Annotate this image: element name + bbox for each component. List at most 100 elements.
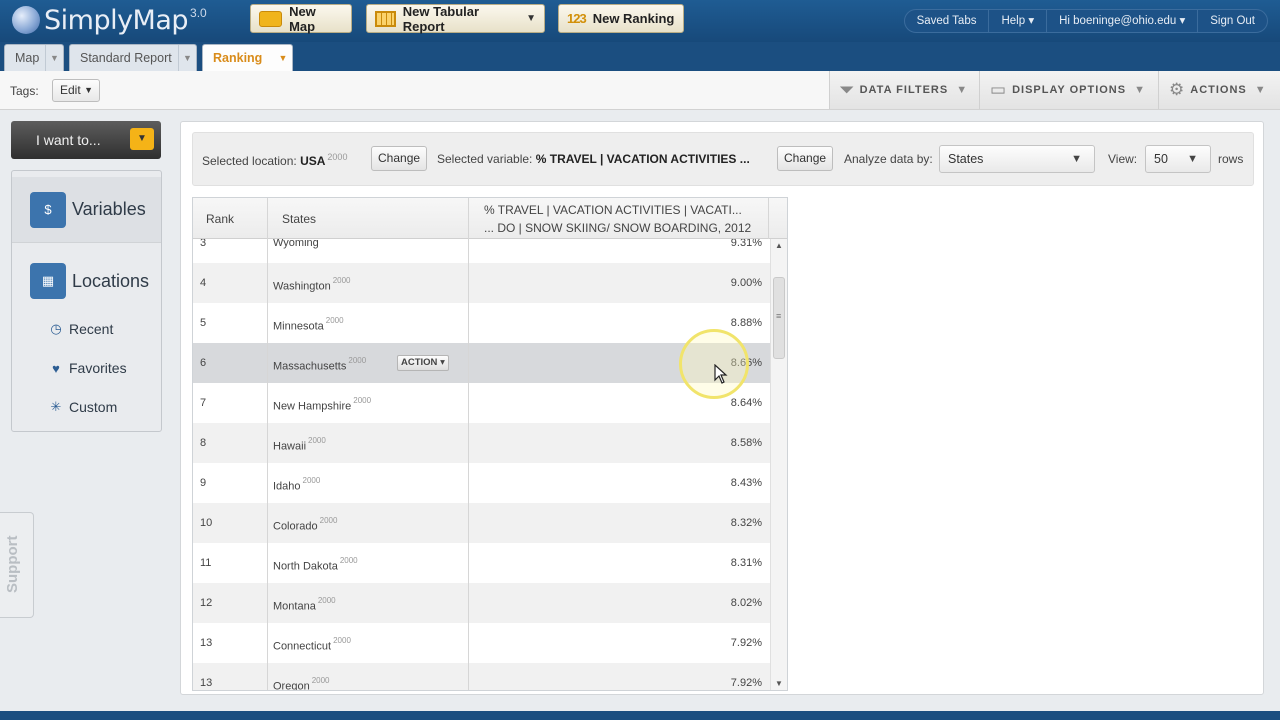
tab-bar: Map ▼ Standard Report ▼ Ranking ▼ xyxy=(0,42,1280,71)
globe-icon xyxy=(12,6,40,34)
column-header-variable[interactable]: % TRAVEL | VACATION ACTIVITIES | VACATI.… xyxy=(469,198,769,239)
chevron-down-icon: ▼ xyxy=(526,13,536,24)
selected-location-value: USA xyxy=(300,154,326,168)
table-row[interactable]: 11 North Dakota2000 8.31% xyxy=(193,543,770,583)
value-cell: 7.92% xyxy=(730,677,762,689)
table-icon xyxy=(375,10,396,27)
recent-label: Recent xyxy=(69,321,114,337)
chevron-down-icon[interactable]: ▼ xyxy=(178,45,196,71)
state-cell: Wyoming xyxy=(273,239,319,249)
state-cell: Hawaii2000 xyxy=(273,423,326,463)
new-tabular-report-label: New Tabular Report xyxy=(402,3,480,34)
new-tabular-report-button[interactable]: New Tabular Report ▼ xyxy=(366,3,545,34)
sidebar-item-custom[interactable]: ✳ Custom xyxy=(49,399,118,415)
variable-header-line2: ... DO | SNOW SKIING/ SNOW BOARDING, 201… xyxy=(484,220,752,235)
actions-button[interactable]: ⚙ ACTIONS ▼ xyxy=(1158,71,1280,109)
view-rows-value: 50 xyxy=(1154,152,1168,166)
scrollbar-thumb[interactable]: ≡ xyxy=(773,277,785,359)
variable-header-line1: % TRAVEL | VACATION ACTIVITIES | VACATI.… xyxy=(484,202,742,217)
selected-location-year: 2000 xyxy=(327,152,348,162)
chevron-down-icon: ▼ xyxy=(1134,84,1146,96)
heart-icon: ♥ xyxy=(52,360,60,376)
selected-location-label: Selected location: xyxy=(202,154,297,168)
data-filters-label: DATA FILTERS xyxy=(859,84,949,96)
table-row[interactable]: 13 Connecticut2000 7.92% xyxy=(193,623,770,663)
state-year: 2000 xyxy=(348,356,367,365)
table-scrollbar[interactable]: ▲ ≡ ▼ xyxy=(770,239,787,690)
rank-header-label: Rank xyxy=(206,211,235,226)
variables-icon: $ xyxy=(30,191,66,228)
sidebar-item-favorites[interactable]: ♥ Favorites xyxy=(49,360,127,376)
i-want-to-menu[interactable]: I want to... ▼ xyxy=(11,121,161,159)
brand-version: 3.0 xyxy=(190,6,207,20)
analyze-data-select[interactable]: States ▼ xyxy=(939,145,1095,173)
table-row[interactable]: 8 Hawaii2000 8.58% xyxy=(193,423,770,463)
new-ranking-button[interactable]: 123 New Ranking xyxy=(558,4,684,33)
state-cell: Massachusetts2000 xyxy=(273,343,366,383)
change-location-button[interactable]: Change xyxy=(371,146,428,171)
scroll-up-arrow-icon[interactable]: ▲ xyxy=(775,241,783,250)
state-name: Oregon xyxy=(273,680,310,690)
state-name: Hawaii xyxy=(273,440,307,453)
selected-variable-label: Selected variable: xyxy=(437,152,533,166)
tab-map-label: Map xyxy=(15,51,40,65)
scroll-down-arrow-icon[interactable]: ▼ xyxy=(775,679,783,688)
bottom-bar xyxy=(0,711,1280,720)
rank-cell: 7 xyxy=(200,397,207,409)
saved-tabs-link[interactable]: Saved Tabs xyxy=(905,10,989,32)
state-name: North Dakota xyxy=(273,560,338,573)
state-name: Massachusetts xyxy=(273,360,347,373)
chevron-down-icon[interactable]: ▼ xyxy=(274,45,292,71)
support-label: Support xyxy=(4,535,21,594)
table-row[interactable]: 5 Minnesota2000 8.88% xyxy=(193,303,770,343)
table-row[interactable]: 4 Washington2000 9.00% xyxy=(193,263,770,303)
simplymap-logo[interactable]: SimplyMap 3.0 xyxy=(12,4,207,36)
state-year: 2000 xyxy=(333,636,351,645)
change-variable-button[interactable]: Change xyxy=(777,146,834,171)
tab-ranking[interactable]: Ranking ▼ xyxy=(202,44,293,71)
display-options-label: DISPLAY OPTIONS xyxy=(1012,84,1127,96)
table-row[interactable]: 9 Idaho2000 8.43% xyxy=(193,463,770,503)
locations-label: Locations xyxy=(72,270,150,291)
table-row[interactable]: 3 Wyoming 9.31% xyxy=(193,239,770,263)
tags-edit-dropdown[interactable]: Edit ▼ xyxy=(52,79,100,102)
gear-icon: ⚙ xyxy=(1169,80,1185,99)
sidebar-item-variables[interactable]: $ Variables xyxy=(12,177,161,243)
state-name: Montana xyxy=(273,600,316,613)
rows-label: rows xyxy=(1218,152,1244,166)
state-name: Idaho xyxy=(273,480,301,493)
column-header-rank[interactable]: Rank xyxy=(193,198,268,239)
column-divider xyxy=(267,239,268,690)
support-tab[interactable]: Support xyxy=(0,512,34,618)
sidebar-item-locations[interactable]: ▦ Locations xyxy=(12,255,161,307)
rank-cell: 3 xyxy=(200,239,207,249)
table-row[interactable]: 10 Colorado2000 8.32% xyxy=(193,503,770,543)
favorites-label: Favorites xyxy=(69,360,127,376)
tab-standard-report[interactable]: Standard Report ▼ xyxy=(69,44,197,71)
data-filters-button[interactable]: ⏷ DATA FILTERS ▼ xyxy=(829,71,979,109)
custom-label: Custom xyxy=(69,399,118,415)
new-map-button[interactable]: New Map xyxy=(250,4,352,34)
sidebar-item-recent[interactable]: ◷ Recent xyxy=(49,321,113,337)
table-row[interactable]: 7 New Hampshire2000 8.64% xyxy=(193,383,770,423)
chevron-down-icon: ▼ xyxy=(1071,153,1082,165)
view-rows-select[interactable]: 50 ▼ xyxy=(1145,145,1211,173)
state-year: 2000 xyxy=(339,556,358,565)
tags-label: Tags: xyxy=(10,84,39,98)
table-row[interactable]: 13 Oregon2000 7.92% xyxy=(193,663,770,690)
analyze-data-value: States xyxy=(948,152,984,166)
help-menu[interactable]: Help ▾ xyxy=(988,10,1046,32)
tab-map[interactable]: Map ▼ xyxy=(4,44,64,71)
rank-cell: 5 xyxy=(200,317,207,329)
state-year: 2000 xyxy=(332,276,351,285)
map-icon xyxy=(259,10,283,27)
display-options-button[interactable]: ▭ DISPLAY OPTIONS ▼ xyxy=(979,71,1158,109)
column-header-states[interactable]: States xyxy=(268,198,469,239)
column-divider xyxy=(468,239,469,690)
table-row[interactable]: 12 Montana2000 8.02% xyxy=(193,583,770,623)
chevron-down-icon[interactable]: ▼ xyxy=(45,45,63,71)
sign-out-link[interactable]: Sign Out xyxy=(1197,10,1267,32)
user-menu[interactable]: Hi boeninge@ohio.edu ▾ xyxy=(1046,10,1197,32)
states-header-label: States xyxy=(282,211,317,226)
row-action-button[interactable]: ACTION ▾ xyxy=(397,355,449,371)
